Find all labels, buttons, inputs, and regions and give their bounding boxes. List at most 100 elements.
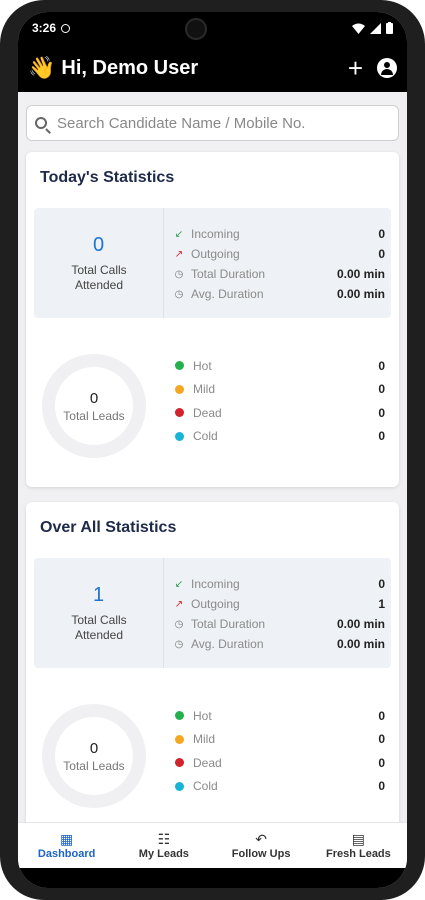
row-value: 0 — [378, 429, 385, 444]
total-leads-ring: 0 Total Leads — [42, 704, 146, 808]
camera-cutout — [185, 18, 207, 40]
row-value: 0 — [378, 247, 385, 261]
incoming-call-icon: ↙ — [174, 228, 184, 240]
total-calls-value: 0 — [92, 234, 105, 256]
nav-follow-ups[interactable]: ↶ Follow Ups — [213, 823, 310, 868]
lead-row-hot: Hot 0 — [172, 704, 385, 728]
row-value: 1 — [378, 597, 385, 611]
row-label: Total Duration — [191, 617, 266, 631]
bottom-navigation: ▦ Dashboard ☷ My Leads ↶ Follow Ups ▤ Fr… — [18, 822, 407, 868]
search-bar[interactable] — [26, 105, 399, 141]
search-input[interactable] — [57, 114, 390, 132]
add-icon[interactable]: + — [348, 55, 363, 81]
dead-dot-icon — [175, 408, 184, 418]
call-rows: ↙ Incoming 0 ↗ Outgoing 0 ◷ Total Durati… — [172, 224, 385, 304]
row-label: Incoming — [191, 577, 240, 591]
total-leads-value: 0 — [89, 740, 99, 757]
lead-row-cold: Cold 0 — [172, 775, 385, 799]
row-label: Outgoing — [191, 597, 240, 611]
total-calls-label: Total Calls Attended — [71, 613, 127, 642]
row-value: 0 — [378, 227, 385, 241]
mild-dot-icon — [175, 734, 184, 744]
total-duration-row: ◷ Total Duration 0.00 min — [172, 614, 385, 634]
total-leads-ring: 0 Total Leads — [42, 354, 146, 458]
screen: 3:26 👋 Hi, Demo User + Today's — [18, 12, 407, 888]
reply-all-icon: ↶ — [255, 831, 267, 847]
row-label: Dead — [193, 755, 222, 770]
clock-icon: ◷ — [174, 288, 184, 300]
lead-rows: Hot 0 Mild 0 Dead 0 Cold 0 — [172, 354, 385, 448]
leads-area: 0 Total Leads Hot 0 Mild 0 Dead 0 Cold 0 — [34, 698, 391, 818]
clock-icon: ◷ — [174, 268, 184, 280]
hot-dot-icon — [175, 361, 184, 371]
row-value: 0 — [378, 405, 385, 420]
lead-row-mild: Mild 0 — [172, 378, 385, 402]
account-icon[interactable] — [377, 58, 397, 78]
waving-hand-icon: 👋 — [28, 55, 56, 80]
outgoing-row: ↗ Outgoing 0 — [172, 244, 385, 264]
row-value: 0.00 min — [336, 267, 385, 281]
row-label: Hot — [193, 708, 212, 723]
hot-dot-icon — [175, 711, 184, 721]
total-calls-box: 1 Total Calls Attended — [34, 558, 164, 668]
outgoing-call-icon: ↗ — [174, 598, 184, 610]
incoming-row: ↙ Incoming 0 — [172, 224, 385, 244]
dead-dot-icon — [175, 758, 184, 768]
total-calls-value: 1 — [92, 584, 105, 606]
row-label: Outgoing — [191, 247, 240, 261]
lead-row-dead: Dead 0 — [172, 401, 385, 425]
row-value: 0.00 min — [336, 637, 385, 651]
nav-label: Follow Ups — [231, 848, 291, 860]
lead-row-cold: Cold 0 — [172, 425, 385, 449]
total-calls-box: 0 Total Calls Attended — [34, 208, 164, 318]
total-leads-label: Total Leads — [63, 759, 125, 773]
incoming-call-icon: ↙ — [174, 578, 184, 590]
row-value: 0 — [378, 755, 385, 770]
row-value: 0 — [378, 358, 385, 373]
phone-frame: 3:26 👋 Hi, Demo User + Today's — [0, 0, 425, 900]
row-value: 0.00 min — [336, 617, 385, 631]
row-label: Total Duration — [191, 267, 266, 281]
calendar-icon: ▤ — [351, 831, 365, 847]
nav-label: Fresh Leads — [325, 848, 391, 860]
row-label: Hot — [193, 358, 212, 373]
row-label: Avg. Duration — [191, 637, 264, 651]
call-rows: ↙ Incoming 0 ↗ Outgoing 1 ◷ Total Durati… — [172, 574, 385, 654]
avg-duration-row: ◷ Avg. Duration 0.00 min — [172, 634, 385, 654]
lead-row-dead: Dead 0 — [172, 751, 385, 775]
nav-fresh-leads[interactable]: ▤ Fresh Leads — [310, 823, 407, 868]
overall-statistics-card: Over All Statistics 1 Total Calls Attend… — [26, 502, 399, 822]
app-bar-actions: + — [348, 55, 397, 81]
total-calls-label: Total Calls Attended — [71, 263, 127, 292]
wifi-icon — [352, 23, 365, 34]
lead-row-mild: Mild 0 — [172, 728, 385, 752]
row-value: 0 — [378, 732, 385, 747]
outgoing-row: ↗ Outgoing 1 — [172, 594, 385, 614]
nav-dashboard[interactable]: ▦ Dashboard — [18, 823, 115, 868]
search-icon — [35, 117, 47, 129]
cold-dot-icon — [175, 781, 184, 791]
card-title: Today's Statistics — [40, 169, 175, 186]
nav-my-leads[interactable]: ☷ My Leads — [115, 823, 212, 868]
app-bar: 👋 Hi, Demo User + — [18, 44, 407, 92]
row-label: Mild — [193, 382, 216, 397]
gesture-bar — [18, 868, 407, 888]
total-leads-label: Total Leads — [63, 409, 125, 423]
grid-icon: ▦ — [60, 831, 74, 847]
dashboard-content[interactable]: Today's Statistics 0 Total Calls Attende… — [18, 92, 407, 822]
checklist-icon: ☷ — [157, 831, 171, 847]
row-value: 0 — [378, 779, 385, 794]
status-bar: 3:26 — [18, 12, 407, 44]
row-label: Mild — [193, 732, 216, 747]
row-label: Dead — [193, 405, 222, 420]
clock-icon: ◷ — [174, 638, 184, 650]
row-value: 0 — [378, 708, 385, 723]
lead-row-hot: Hot 0 — [172, 354, 385, 378]
nav-label: Dashboard — [37, 848, 96, 860]
row-label: Avg. Duration — [191, 287, 264, 301]
row-label: Cold — [193, 429, 218, 444]
today-statistics-card: Today's Statistics 0 Total Calls Attende… — [26, 152, 399, 487]
cold-dot-icon — [175, 431, 184, 441]
outgoing-call-icon: ↗ — [174, 248, 184, 260]
signal-icon — [370, 22, 381, 34]
